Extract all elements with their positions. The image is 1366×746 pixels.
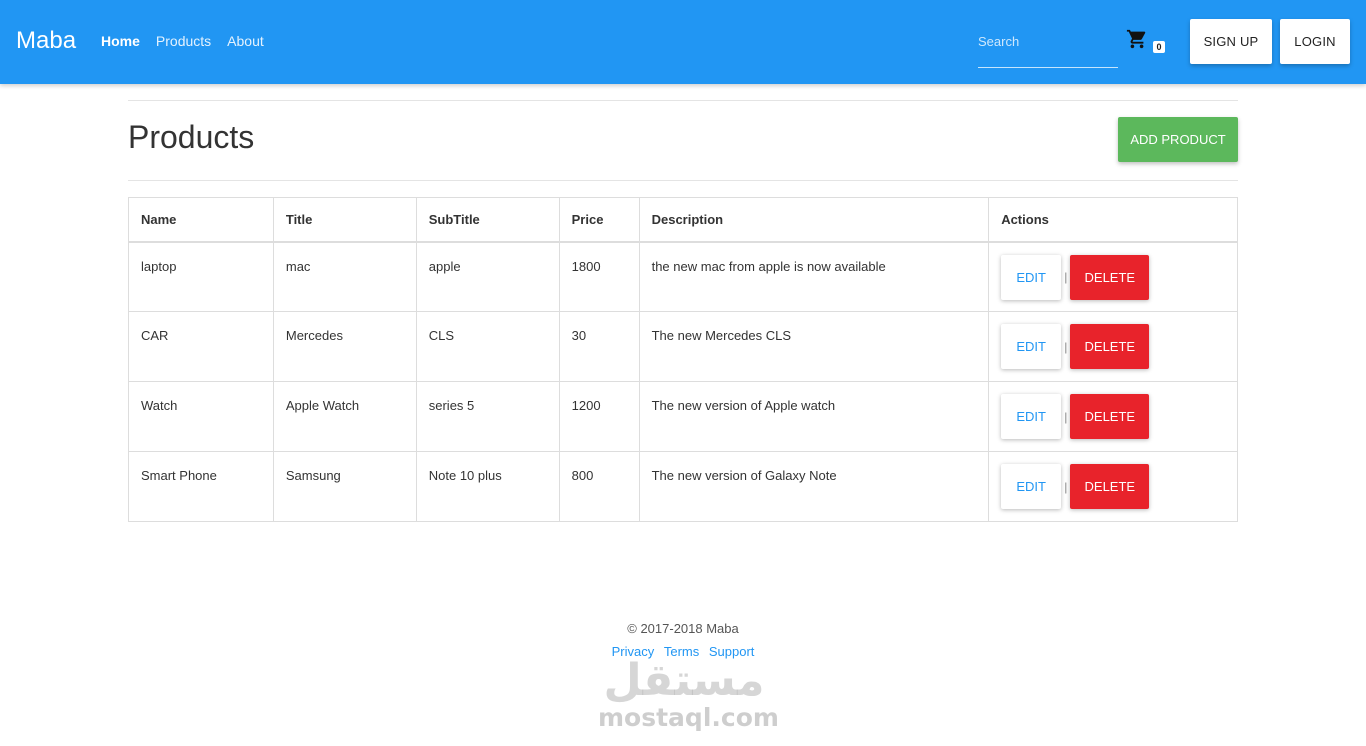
- search-field: [978, 26, 1118, 68]
- cell-name: Smart Phone: [128, 451, 274, 522]
- column-header-title: Title: [272, 197, 417, 243]
- cell-actions: EDIT | DELETE: [988, 381, 1238, 452]
- cell-price: 800: [558, 451, 640, 522]
- delete-button[interactable]: DELETE: [1070, 464, 1150, 509]
- page-title: Products: [128, 119, 255, 155]
- footer-copyright: © 2017-2018 Maba: [627, 621, 739, 636]
- watermark-arabic-text: مستقل: [603, 655, 765, 706]
- table-row: CAR Mercedes CLS 30 The new Mercedes CLS…: [128, 311, 1238, 382]
- cell-description: the new mac from apple is now available: [638, 241, 990, 312]
- delete-button[interactable]: DELETE: [1070, 394, 1150, 439]
- cell-actions: EDIT | DELETE: [988, 451, 1238, 522]
- delete-button[interactable]: DELETE: [1070, 324, 1150, 369]
- shopping-cart-icon: [1126, 29, 1146, 49]
- column-header-description: Description: [638, 197, 990, 243]
- cart-count-badge: 0: [1153, 41, 1165, 53]
- add-product-button[interactable]: ADD PRODUCT: [1118, 117, 1238, 162]
- delete-button[interactable]: DELETE: [1070, 254, 1150, 300]
- signup-button[interactable]: SIGN UP: [1190, 19, 1272, 64]
- cell-title: Samsung: [272, 451, 417, 522]
- cell-price: 1800: [558, 241, 640, 312]
- cell-title: Mercedes: [272, 311, 417, 382]
- login-button[interactable]: LOGIN: [1280, 19, 1350, 64]
- nav-link-about[interactable]: About: [227, 33, 264, 50]
- brand-logo[interactable]: Maba: [16, 26, 76, 56]
- cell-description: The new Mercedes CLS: [638, 311, 990, 382]
- cell-name: laptop: [128, 241, 274, 312]
- column-header-price: Price: [558, 197, 640, 243]
- products-table: Name Title SubTitle Price Description Ac…: [128, 197, 1238, 522]
- action-separator: |: [1064, 270, 1068, 284]
- cell-description: The new version of Galaxy Note: [638, 451, 990, 522]
- action-separator: |: [1064, 339, 1068, 354]
- cell-name: CAR: [128, 311, 274, 382]
- cell-subtitle: Note 10 plus: [415, 451, 560, 522]
- action-separator: |: [1064, 409, 1068, 424]
- cell-subtitle: apple: [415, 241, 560, 312]
- cell-subtitle: series 5: [415, 381, 560, 452]
- edit-button[interactable]: EDIT: [1001, 324, 1062, 369]
- edit-button[interactable]: EDIT: [1001, 394, 1062, 439]
- column-header-actions: Actions: [988, 197, 1238, 243]
- cell-price: 30: [558, 311, 640, 382]
- cart-button[interactable]: 0: [1126, 28, 1170, 58]
- cell-name: Watch: [128, 381, 274, 452]
- nav-link-products[interactable]: Products: [156, 33, 211, 50]
- edit-button[interactable]: EDIT: [1001, 254, 1062, 300]
- cell-title: mac: [272, 241, 417, 312]
- cell-actions: EDIT | DELETE: [988, 241, 1238, 312]
- cell-price: 1200: [558, 381, 640, 452]
- watermark: مستقل mostaql.com: [598, 655, 779, 736]
- table-header-row: Name Title SubTitle Price Description Ac…: [128, 197, 1238, 243]
- nav-links: Home Products About: [101, 33, 264, 50]
- table-row: laptop mac apple 1800 the new mac from a…: [128, 241, 1238, 312]
- search-input[interactable]: [978, 32, 1118, 50]
- top-navbar: Maba Home Products About 0 SIGN UP LOGIN: [0, 0, 1366, 84]
- cell-description: The new version of Apple watch: [638, 381, 990, 452]
- nav-link-home[interactable]: Home: [101, 33, 140, 50]
- cell-subtitle: CLS: [415, 311, 560, 382]
- action-separator: |: [1064, 479, 1068, 494]
- edit-button[interactable]: EDIT: [1001, 464, 1062, 509]
- divider-bottom: [128, 180, 1238, 181]
- table-row: Smart Phone Samsung Note 10 plus 800 The…: [128, 451, 1238, 522]
- cell-actions: EDIT | DELETE: [988, 311, 1238, 382]
- column-header-subtitle: SubTitle: [415, 197, 560, 243]
- column-header-name: Name: [128, 197, 274, 243]
- divider-top: [128, 100, 1238, 101]
- cell-title: Apple Watch: [272, 381, 417, 452]
- watermark-latin-text: mostaql.com: [598, 703, 779, 732]
- table-row: Watch Apple Watch series 5 1200 The new …: [128, 381, 1238, 452]
